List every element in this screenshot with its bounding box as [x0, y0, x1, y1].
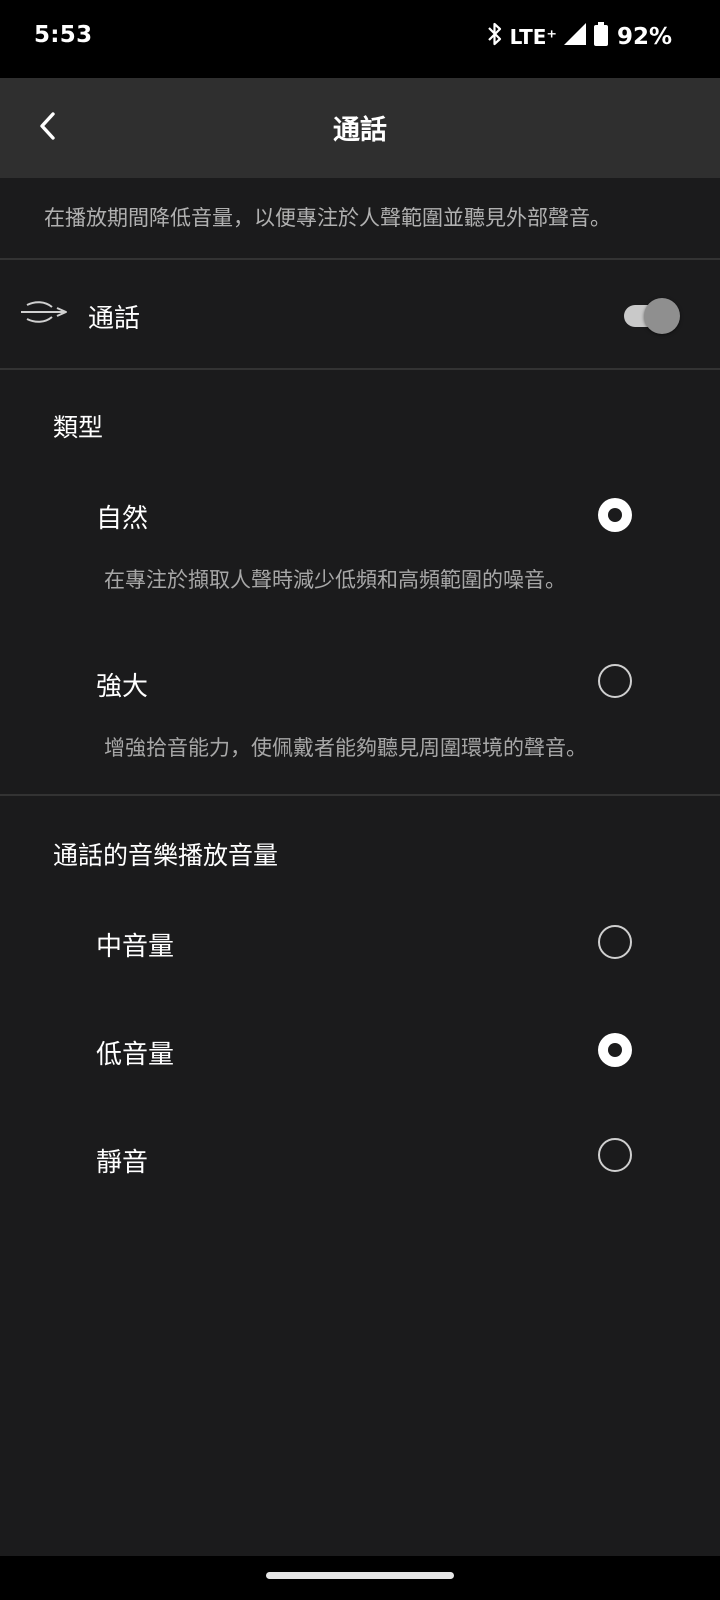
feature-description: 在播放期間降低音量，以便專注於人聲範圍並聽見外部聲音。: [44, 206, 611, 230]
page-title: 通話: [333, 115, 387, 146]
type-option-natural-description: 在專注於擷取人聲時減少低頻和高頻範圍的噪音。: [104, 568, 566, 592]
volume-option-medium-radio[interactable]: [598, 925, 632, 959]
volume-option-mute-label[interactable]: 靜音: [96, 1142, 148, 1179]
home-gesture-handle[interactable]: [266, 1572, 454, 1579]
app-bar: 通話: [0, 78, 720, 178]
type-option-strong-label[interactable]: 強大: [96, 666, 148, 703]
settings-content: 在播放期間降低音量，以便專注於人聲範圍並聽見外部聲音。 通話 類型 自然 在專注…: [0, 178, 720, 1556]
toggle-thumb: [644, 298, 680, 334]
conversation-toggle-switch[interactable]: [624, 298, 680, 334]
conversation-toggle-row[interactable]: 通話: [0, 260, 720, 370]
type-option-natural-label[interactable]: 自然: [96, 498, 148, 535]
network-type: LTE⁺: [509, 25, 557, 49]
type-section-title: 類型: [53, 413, 104, 442]
conversation-toggle-label: 通話: [88, 304, 141, 334]
type-option-natural-radio[interactable]: [598, 498, 632, 532]
status-bar: 5:53 LTE⁺ 92%: [0, 0, 720, 78]
volume-section-title: 通話的音樂播放音量: [53, 841, 279, 870]
volume-option-mute-radio[interactable]: [598, 1138, 632, 1172]
battery-percent: 92%: [616, 24, 672, 50]
type-option-strong-radio[interactable]: [598, 664, 632, 698]
volume-option-medium-label[interactable]: 中音量: [96, 926, 174, 963]
status-icons: LTE⁺ 92%: [486, 20, 672, 54]
type-option-strong-description: 增強拾音能力，使佩戴者能夠聽見周圍環境的聲音。: [104, 736, 587, 760]
battery-icon: [593, 21, 609, 53]
divider: [0, 368, 720, 370]
divider: [0, 794, 720, 796]
bluetooth-icon: [486, 21, 504, 53]
navigation-bar: [0, 1556, 720, 1600]
volume-option-low-label[interactable]: 低音量: [96, 1034, 174, 1071]
signal-icon: [563, 22, 587, 52]
volume-option-low-radio[interactable]: [598, 1033, 632, 1067]
status-time: 5:53: [34, 22, 93, 48]
conversation-icon: [20, 298, 68, 330]
